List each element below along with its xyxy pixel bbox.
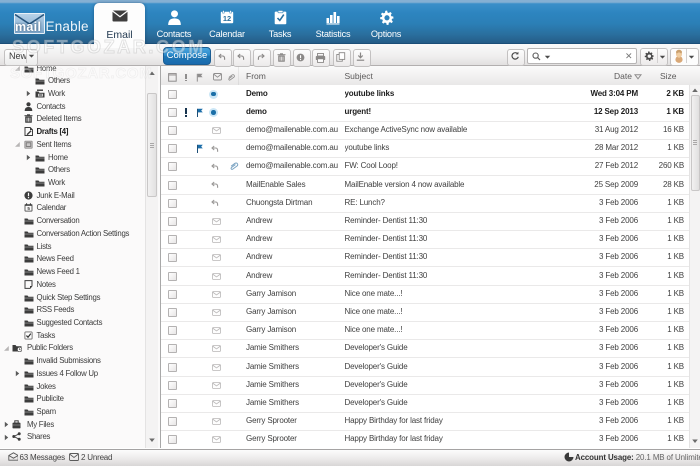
svg-text:12: 12 xyxy=(223,14,231,23)
